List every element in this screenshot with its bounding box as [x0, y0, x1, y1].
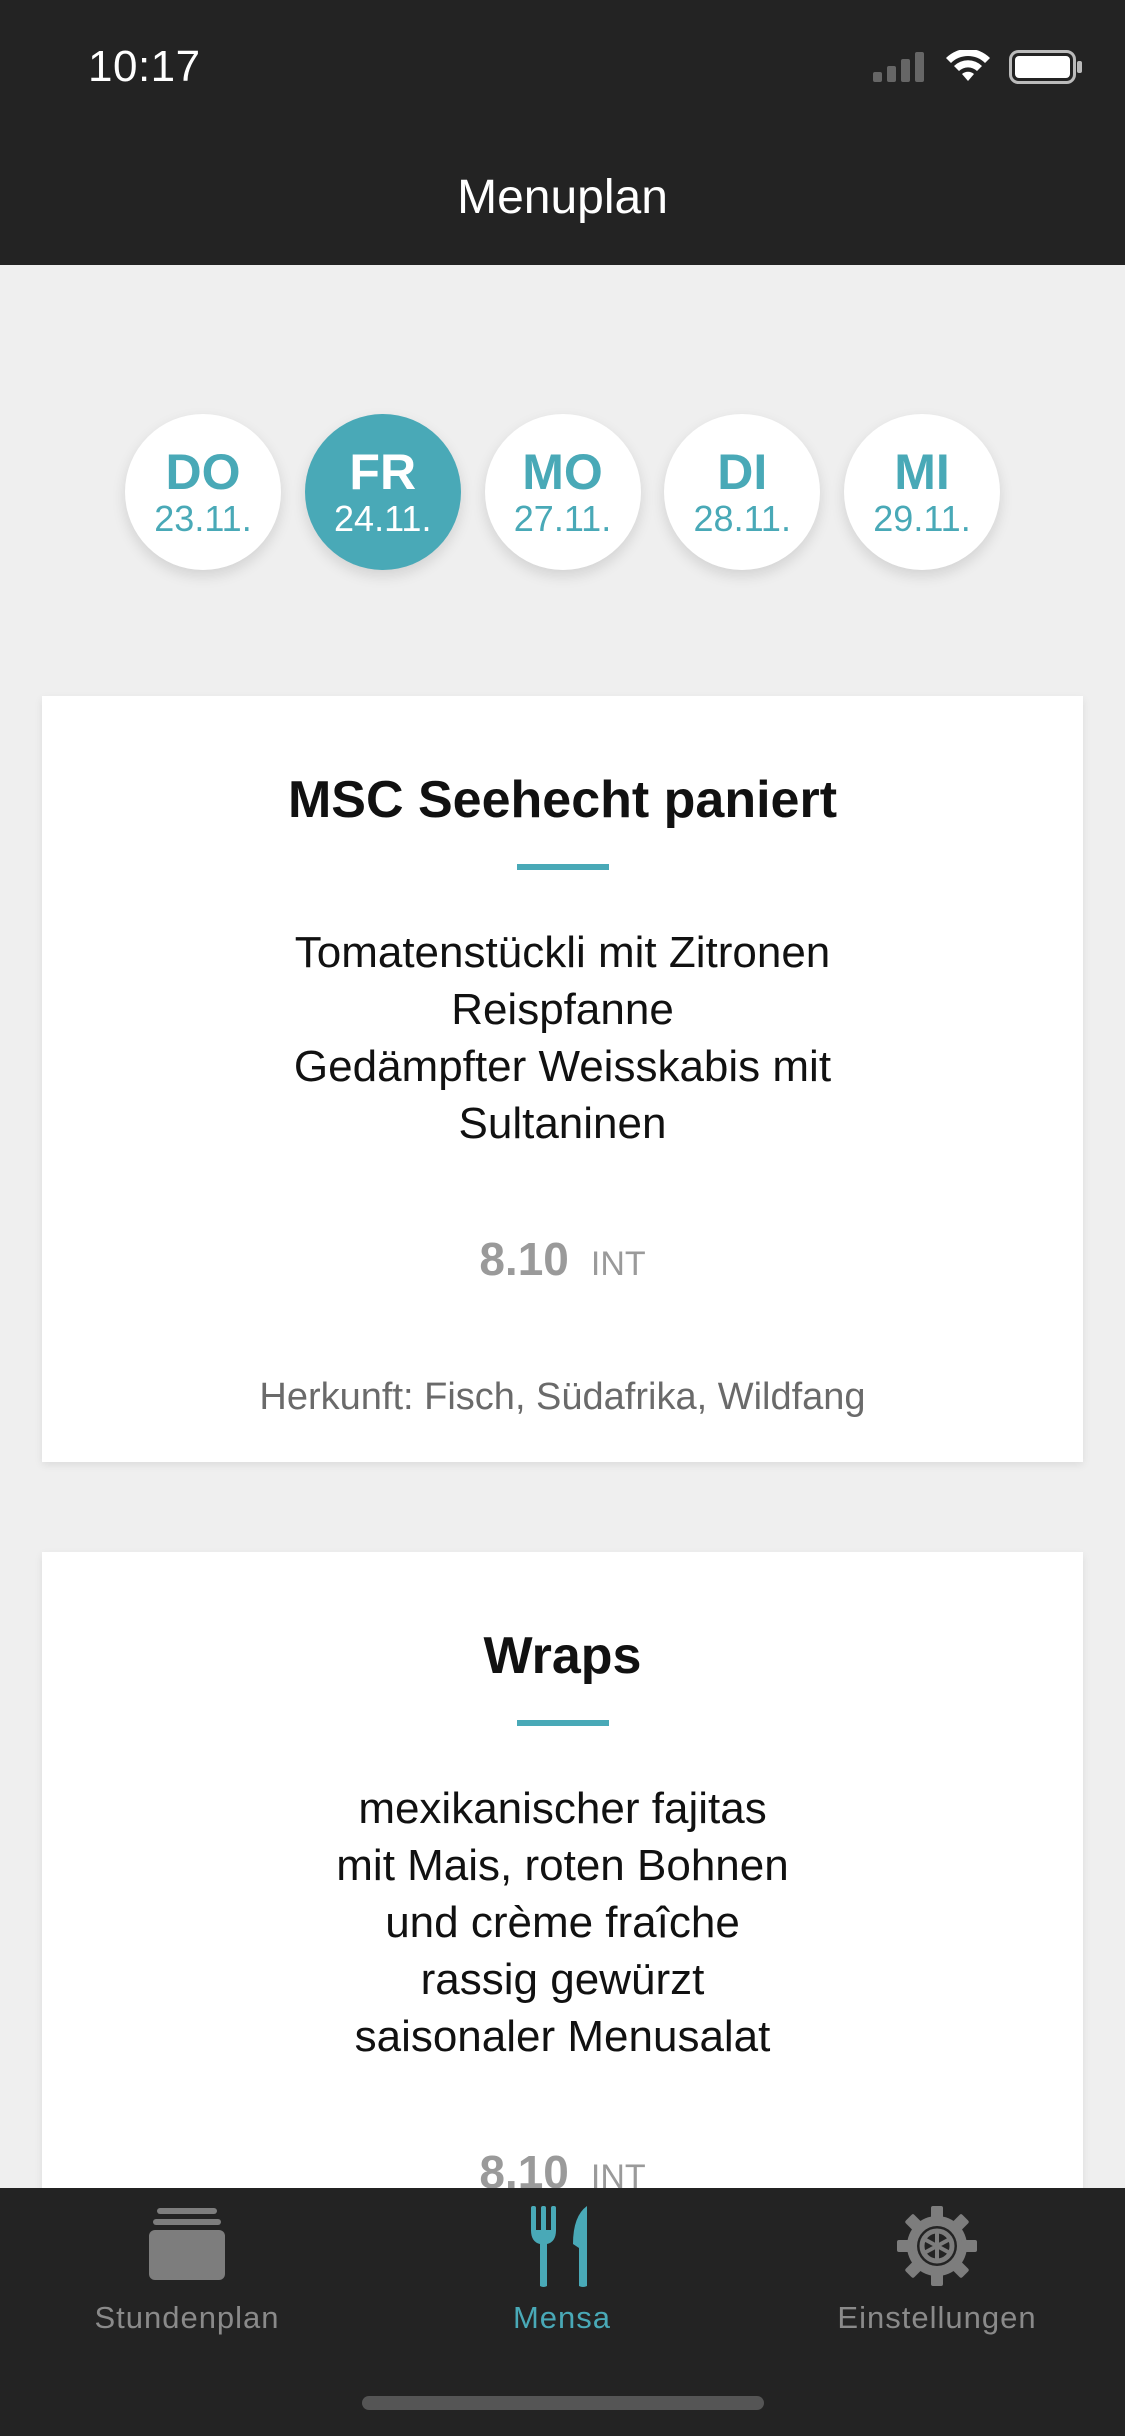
day-di[interactable]: DI 28.11.	[664, 414, 821, 570]
meal-title: MSC Seehecht paniert	[287, 771, 838, 829]
day-label: MI	[894, 444, 950, 500]
day-label: MO	[522, 444, 603, 500]
day-fr[interactable]: FR 24.11.	[304, 414, 461, 570]
meal-price: 8.10	[479, 1233, 569, 1285]
description-line: rassig gewürzt	[420, 1955, 705, 2004]
meal-description: Tomatenstückli mit Zitronen Reispfanne G…	[42, 924, 1083, 1152]
date-selector: DO 23.11. FR 24.11. MO 27.11. DI 28.11. …	[125, 414, 1000, 574]
cellular-signal-icon	[873, 52, 924, 82]
day-date: 27.11.	[513, 498, 612, 539]
day-do[interactable]: DO 23.11.	[125, 414, 281, 570]
tab-mensa[interactable]: Mensa	[412, 2188, 712, 2358]
price-category: INT	[590, 1245, 646, 1283]
fork-knife-icon	[412, 2206, 712, 2296]
battery-icon	[1009, 50, 1082, 84]
home-indicator[interactable]	[362, 2396, 764, 2410]
tab-label: Mensa	[512, 2300, 612, 2335]
gear-icon	[787, 2206, 1087, 2296]
page-title: Menuplan	[457, 171, 668, 224]
description-line: saisonaler Menusalat	[354, 2012, 771, 2061]
status-time: 10:17	[88, 42, 201, 91]
tab-label: Einstellungen	[837, 2300, 1037, 2335]
title-divider	[516, 1720, 609, 1726]
day-label: DI	[717, 444, 768, 500]
description-line: mexikanischer fajitas	[358, 1784, 767, 1833]
description-line: und crème fraîche	[385, 1898, 740, 1947]
stack-icon	[37, 2206, 337, 2296]
day-mi[interactable]: MI 29.11.	[844, 414, 1000, 570]
description-line: Sultaninen	[458, 1099, 667, 1148]
price-row: 8.10 INT	[42, 1232, 1083, 1286]
meal-title: Wraps	[483, 1627, 642, 1685]
day-label: FR	[349, 444, 417, 500]
status-icons	[873, 50, 1083, 84]
day-label: DO	[165, 444, 241, 500]
meal-origin: Herkunft: Fisch, Südafrika, Wildfang	[259, 1376, 866, 1418]
meal-card: MSC Seehecht paniert Tomatenstückli mit …	[42, 696, 1083, 1462]
description-line: Reispfanne	[451, 985, 674, 1034]
description-line: Gedämpfter Weisskabis mit	[293, 1042, 832, 1091]
header: 10:17 Menuplan	[0, 0, 1125, 265]
day-date: 23.11.	[154, 498, 252, 539]
wifi-icon	[946, 50, 990, 81]
title-divider	[516, 864, 609, 870]
tab-bar: Stundenplan Mensa Einstellungen	[0, 2188, 1125, 2436]
meal-card: Wraps mexikanischer fajitas mit Mais, ro…	[42, 1552, 1083, 2212]
description-line: mit Mais, roten Bohnen	[336, 1841, 789, 1890]
day-mo[interactable]: MO 27.11.	[484, 414, 641, 570]
day-date: 24.11.	[334, 498, 432, 539]
description-line: Tomatenstückli mit Zitronen	[294, 928, 831, 977]
meal-description: mexikanischer fajitas mit Mais, roten Bo…	[42, 1780, 1083, 2065]
day-date: 28.11.	[693, 498, 791, 539]
tab-einstellungen[interactable]: Einstellungen	[787, 2188, 1087, 2358]
day-date: 29.11.	[873, 498, 971, 539]
tab-stundenplan[interactable]: Stundenplan	[37, 2188, 337, 2358]
tab-label: Stundenplan	[94, 2300, 280, 2335]
